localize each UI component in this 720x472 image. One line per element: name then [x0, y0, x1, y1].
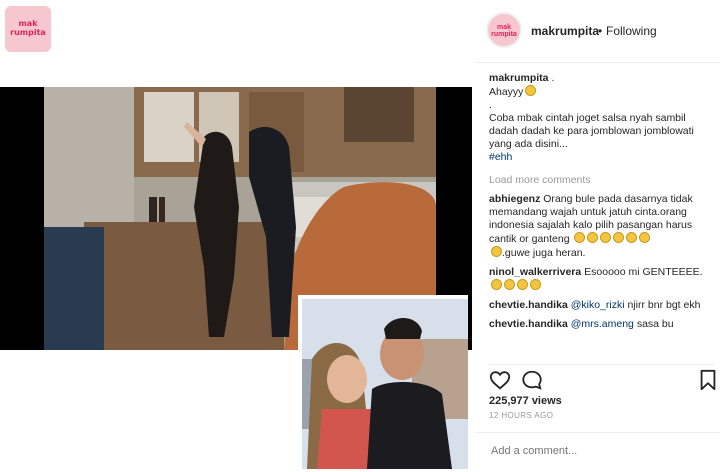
comment-mention[interactable]: @kiko_rizki	[571, 299, 625, 311]
add-comment-bar	[475, 432, 720, 472]
heart-icon[interactable]	[489, 369, 511, 391]
comment-item: abhiegenz Orang bule pada dasarnya tidak…	[489, 193, 715, 260]
load-more-comments-link[interactable]: Load more comments	[489, 174, 715, 187]
caption-username[interactable]: makrumpita	[489, 72, 549, 84]
logo-text-top: mak	[18, 19, 38, 28]
caption-line2: Ahayyy	[489, 86, 524, 98]
comment-item: chevtie.handika @kiko_rizki njirr bnr bg…	[489, 299, 715, 312]
caption-line3: .	[489, 99, 492, 111]
comment-text-continued: .guwe juga heran.	[502, 247, 586, 259]
comment-text: sasa bu	[636, 318, 674, 330]
emoji-icon	[600, 232, 612, 243]
user-avatar[interactable]: mak rumpita	[486, 12, 522, 48]
comment-text: njirr bnr bgt ekh	[627, 299, 701, 311]
comment-username[interactable]: abhiegenz	[489, 193, 540, 205]
caption-line1: .	[551, 72, 555, 84]
caption-body: Coba mbak cintah joget salsa nyah sambil…	[489, 112, 694, 150]
add-comment-input[interactable]	[489, 444, 713, 458]
comment-username[interactable]: chevtie.handika	[489, 299, 568, 311]
comment-text: Esooooo mi GENTEEEE.	[584, 266, 703, 278]
comment-item: ninol_walkerrivera Esooooo mi GENTEEEE.	[489, 266, 715, 293]
logo-text-bottom: rumpita	[10, 28, 46, 37]
avatar-text: mak rumpita	[491, 24, 517, 38]
emoji-icon	[626, 232, 638, 243]
heart-eyes-emoji-icon	[525, 85, 537, 96]
action-bar	[489, 364, 717, 395]
emoji-icon	[491, 246, 502, 257]
post-header: mak rumpita makrumpita • Following	[475, 0, 720, 63]
media-panel	[0, 87, 475, 471]
inset-photo-scene	[302, 299, 468, 469]
caption: makrumpita . Ahayyy . Coba mbak cintah j…	[489, 72, 715, 164]
comment-mention[interactable]: @mrs.ameng	[571, 318, 634, 330]
emoji-icon	[574, 232, 586, 243]
emoji-icon	[530, 279, 541, 290]
comments-section: makrumpita . Ahayyy . Coba mbak cintah j…	[489, 72, 715, 337]
site-logo[interactable]: mak rumpita	[5, 6, 51, 52]
logo-text: mak rumpita	[5, 19, 51, 37]
emoji-icon	[491, 279, 502, 290]
comment-item: chevtie.handika @mrs.ameng sasa bu	[489, 318, 715, 331]
inset-photo-image	[302, 299, 468, 469]
emoji-icon	[587, 232, 599, 243]
emoji-icon	[504, 279, 515, 290]
post-timestamp[interactable]: 12 HOURS AGO	[489, 411, 553, 420]
comment-username[interactable]: chevtie.handika	[489, 318, 568, 330]
inset-photo	[298, 295, 468, 469]
emoji-icon	[613, 232, 625, 243]
follow-status-button[interactable]: Following	[606, 24, 657, 38]
comment-username[interactable]: ninol_walkerrivera	[489, 266, 581, 278]
bookmark-icon[interactable]	[699, 369, 717, 391]
header-separator: •	[598, 24, 603, 38]
header-username[interactable]: makrumpita	[531, 24, 599, 38]
emoji-icon	[517, 279, 528, 290]
post-sidebar: mak rumpita makrumpita • Following makru…	[475, 0, 720, 471]
view-count[interactable]: 225,977 views	[489, 395, 562, 407]
caption-hashtag[interactable]: #ehh	[489, 151, 715, 164]
emoji-icon	[639, 232, 651, 243]
comment-icon[interactable]	[521, 369, 543, 391]
